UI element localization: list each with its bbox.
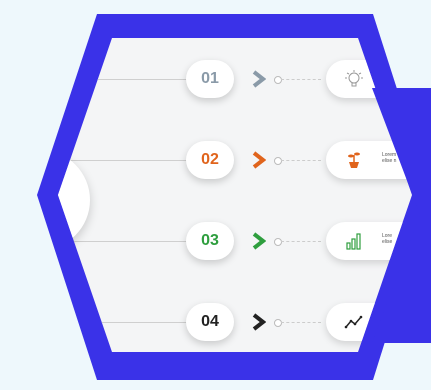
infographic-canvas: HIC GN ssiO 01 02 bbox=[0, 0, 431, 390]
blue-accent-triangle bbox=[372, 88, 431, 343]
